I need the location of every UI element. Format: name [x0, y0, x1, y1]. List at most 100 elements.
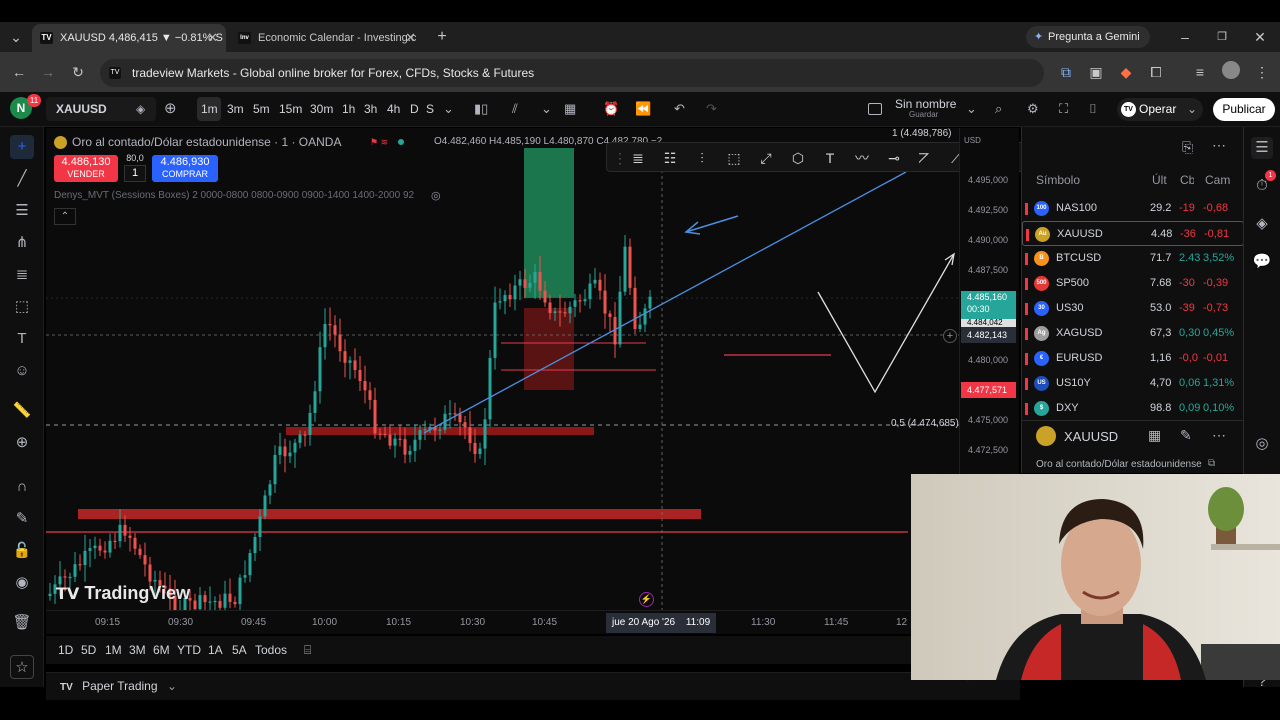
browser-menu-icon[interactable]: ⋮	[1252, 62, 1272, 82]
align-lines-icon[interactable]: ≣	[627, 147, 649, 169]
range-5d[interactable]: 5D	[81, 643, 96, 657]
candles-icon[interactable]: ▮▯	[474, 100, 488, 118]
symbol-watch-icon[interactable]: ◈	[136, 97, 145, 121]
reading-list-icon[interactable]: ≡	[1190, 62, 1210, 82]
tab-tradingview[interactable]: TV XAUUSD 4,486,415 ▼ −0.81% S ✕	[32, 24, 226, 52]
back-icon[interactable]: ←	[9, 62, 29, 82]
favorites-star-icon[interactable]: ☆	[10, 655, 34, 679]
rectangle-icon[interactable]: ⬚	[723, 147, 745, 169]
zoom-icon[interactable]: ⊕	[10, 431, 34, 455]
range-1a[interactable]: 1A	[208, 643, 223, 657]
trendline-icon[interactable]: ╱	[10, 167, 34, 191]
range-ytd[interactable]: YTD	[177, 643, 201, 657]
crosshair-icon[interactable]: +	[10, 135, 34, 159]
text-icon[interactable]: T	[819, 147, 841, 169]
col-header-change[interactable]: Cb	[1180, 173, 1194, 187]
watchlist-row[interactable]: Ag XAGUSD 67,3 0,30 0,45%	[1022, 321, 1244, 346]
watchlist-row[interactable]: € EURUSD 1,16 -0,0 -0,01	[1022, 346, 1244, 371]
timeframe-1h[interactable]: 1h	[342, 100, 355, 118]
indicators-icon[interactable]: ⫽	[512, 100, 518, 118]
time-axis[interactable]: 09:15 09:30 09:45 10:00 10:15 10:30 10:4…	[46, 610, 959, 634]
timeframe-15m[interactable]: 15m	[279, 100, 302, 118]
chart-pane[interactable]: Oro al contado/Dólar estadounidense · 1 …	[46, 128, 959, 610]
range-5a[interactable]: 5A	[232, 643, 247, 657]
layout-name[interactable]: Sin nombre	[895, 97, 956, 111]
extension-icon[interactable]: ▣	[1086, 62, 1106, 82]
layout-dropdown-icon[interactable]: ⌄	[966, 100, 977, 118]
indicator-visibility-icon[interactable]: ◎	[431, 189, 441, 202]
detail-symbol[interactable]: XAUUSD	[1064, 429, 1118, 444]
timeframe-3m[interactable]: 3m	[227, 100, 244, 118]
pencil-lock-icon[interactable]: ✎	[10, 507, 34, 531]
text-tool-icon[interactable]: T	[10, 327, 34, 351]
fib-icon[interactable]: ≣	[10, 263, 34, 287]
publish-button[interactable]: Publicar	[1213, 98, 1275, 121]
alert-icon[interactable]: ⏰	[603, 100, 619, 118]
buy-button[interactable]: 4.486,930 COMPRAR	[152, 155, 218, 182]
watchlist-row[interactable]: Au XAUUSD 4.48 -36 -0,81	[1022, 221, 1244, 246]
polygon-icon[interactable]: ⬡	[787, 147, 809, 169]
indicators-dropdown-icon[interactable]: ⌄	[541, 100, 552, 118]
magnet-icon[interactable]: ∩	[10, 475, 34, 499]
compare-add-icon[interactable]: ⊕	[164, 100, 177, 118]
chat-icon[interactable]: 💬	[1251, 251, 1273, 273]
tab-list-chevron-icon[interactable]: ⌄	[6, 27, 26, 47]
hline-icon[interactable]: ⊸	[883, 147, 905, 169]
col-header-last[interactable]: Últ	[1152, 173, 1167, 187]
close-window-icon[interactable]: ✕	[1250, 27, 1270, 47]
timeframe-30m[interactable]: 30m	[310, 100, 333, 118]
tab-investing[interactable]: Inv Economic Calendar - Investing.c ✕	[230, 24, 424, 52]
quick-search-icon[interactable]: ⌕	[995, 100, 1002, 118]
replay-icon[interactable]: ⏪	[635, 100, 651, 118]
reload-icon[interactable]: ↻	[68, 62, 88, 82]
collapse-legend-icon[interactable]: ⌃	[54, 208, 76, 225]
fib-levels-icon[interactable]: ☷	[659, 147, 681, 169]
timeframe-3h[interactable]: 3h	[364, 100, 377, 118]
close-tab-icon[interactable]: ✕	[207, 24, 218, 52]
add-symbol-icon[interactable]: ⎘	[1182, 139, 1193, 156]
trash-icon[interactable]: 🗑	[10, 611, 34, 635]
sell-button[interactable]: 4.486,130 VENDER	[54, 155, 118, 182]
extensions-puzzle-icon[interactable]: ⧠	[1146, 62, 1166, 82]
watchlist-row[interactable]: B BTCUSD 71.7 2.43 3,52%	[1022, 246, 1244, 271]
eye-icon[interactable]: ◉	[10, 571, 34, 595]
emoji-icon[interactable]: ☺	[10, 359, 34, 383]
translate-icon[interactable]: ⧉	[1056, 62, 1076, 82]
watchlist-row[interactable]: US US10Y 4,70 0,06 1,31%	[1022, 371, 1244, 396]
pitchfork-icon[interactable]: ⋔	[10, 231, 34, 255]
add-alert-plus-icon[interactable]: +	[943, 329, 957, 343]
wave-icon[interactable]: 〰	[851, 147, 873, 169]
watchlist-row[interactable]: $ DXY 98.8 0,09 0,10%	[1022, 396, 1244, 421]
restore-icon[interactable]: ❐	[1212, 27, 1232, 47]
channel-icon[interactable]: ⫶	[691, 147, 713, 169]
detail-edit-icon[interactable]: ✎	[1180, 427, 1192, 444]
redo-icon[interactable]: ↷	[706, 100, 717, 118]
gemini-button[interactable]: ✦ Pregunta a Gemini	[1026, 26, 1150, 48]
minimize-icon[interactable]: –	[1175, 27, 1195, 47]
watchlist-row[interactable]: 100 NAS100 29.2 -19 -0,68	[1022, 196, 1244, 221]
profile-avatar[interactable]	[1222, 61, 1240, 79]
fullscreen-icon[interactable]: ⛶	[1059, 100, 1068, 118]
trade-button[interactable]: TV Operar ⌄	[1117, 98, 1203, 121]
site-info-icon[interactable]: TV	[109, 67, 121, 79]
timeframe-dropdown-icon[interactable]: ⌄	[443, 100, 454, 118]
layout-icon[interactable]	[868, 103, 882, 115]
watchlist-icon[interactable]: ☰	[1251, 137, 1273, 159]
camera-snapshot-icon[interactable]: ⌷	[1089, 100, 1097, 118]
timeframe-1m[interactable]: 1m	[201, 100, 218, 118]
settings-gear-icon[interactable]: ⚙	[1027, 100, 1039, 118]
watchlist-menu-icon[interactable]: ⋯	[1212, 137, 1226, 154]
shapes-icon[interactable]: ⬚	[10, 295, 34, 319]
detail-more-icon[interactable]: ⋯	[1212, 427, 1226, 444]
extension-icon[interactable]: ◆	[1116, 62, 1136, 82]
col-header-pct[interactable]: Cam	[1205, 173, 1230, 187]
ruler-icon[interactable]: 📏	[10, 399, 34, 423]
quantity-input[interactable]: 1	[124, 165, 146, 182]
timeframe-5m[interactable]: 5m	[253, 100, 270, 118]
detail-grid-icon[interactable]: ▦	[1148, 427, 1161, 444]
range-1d[interactable]: 1D	[58, 643, 73, 657]
symbol-search[interactable]: XAUUSD ◈	[46, 97, 156, 121]
undo-icon[interactable]: ↶	[674, 100, 685, 118]
timeframe-d[interactable]: D	[410, 100, 419, 118]
range-3m[interactable]: 3M	[129, 643, 146, 657]
